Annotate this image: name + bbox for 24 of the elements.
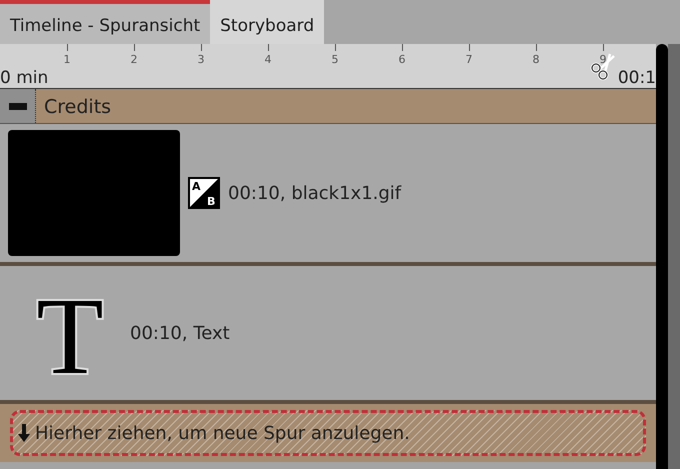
tick-label: 6	[398, 52, 406, 68]
drop-hint: Hierher ziehen, um neue Spur anzulegen.	[35, 422, 410, 446]
tick-label: 2	[130, 52, 138, 68]
tick-label: 5	[332, 52, 338, 68]
tick-label: 1	[64, 52, 70, 68]
clip-info: 00:10, Text	[130, 322, 230, 346]
scissors-icon[interactable]	[590, 52, 616, 80]
tick-label: 7	[466, 52, 472, 68]
tick-label: 3	[198, 52, 204, 68]
tick-label: 8	[532, 52, 540, 68]
time-ruler[interactable]: 1 2 3 4 5 6 7 8 9 0 min 00:1	[0, 44, 656, 88]
text-clip-icon: T	[30, 285, 110, 381]
tab[interactable]: Storyboard	[210, 0, 324, 44]
tab[interactable]: Timeline - Spuransicht	[0, 0, 210, 44]
start-time-label: 0 min	[0, 68, 48, 88]
down-arrow-icon	[17, 423, 31, 443]
group-title: Credits	[43, 95, 112, 120]
end-time-label: 00:1	[618, 68, 656, 88]
tick-label: 9	[600, 52, 606, 68]
tick-label: 4	[264, 52, 272, 68]
drop-zone[interactable]: Hierher ziehen, um neue Spur anzulegen.	[10, 410, 646, 456]
transition-icon: A B	[188, 177, 220, 209]
collapse-toggle[interactable]	[0, 89, 36, 123]
clip-info: 00:10, black1x1.gif	[228, 182, 402, 206]
